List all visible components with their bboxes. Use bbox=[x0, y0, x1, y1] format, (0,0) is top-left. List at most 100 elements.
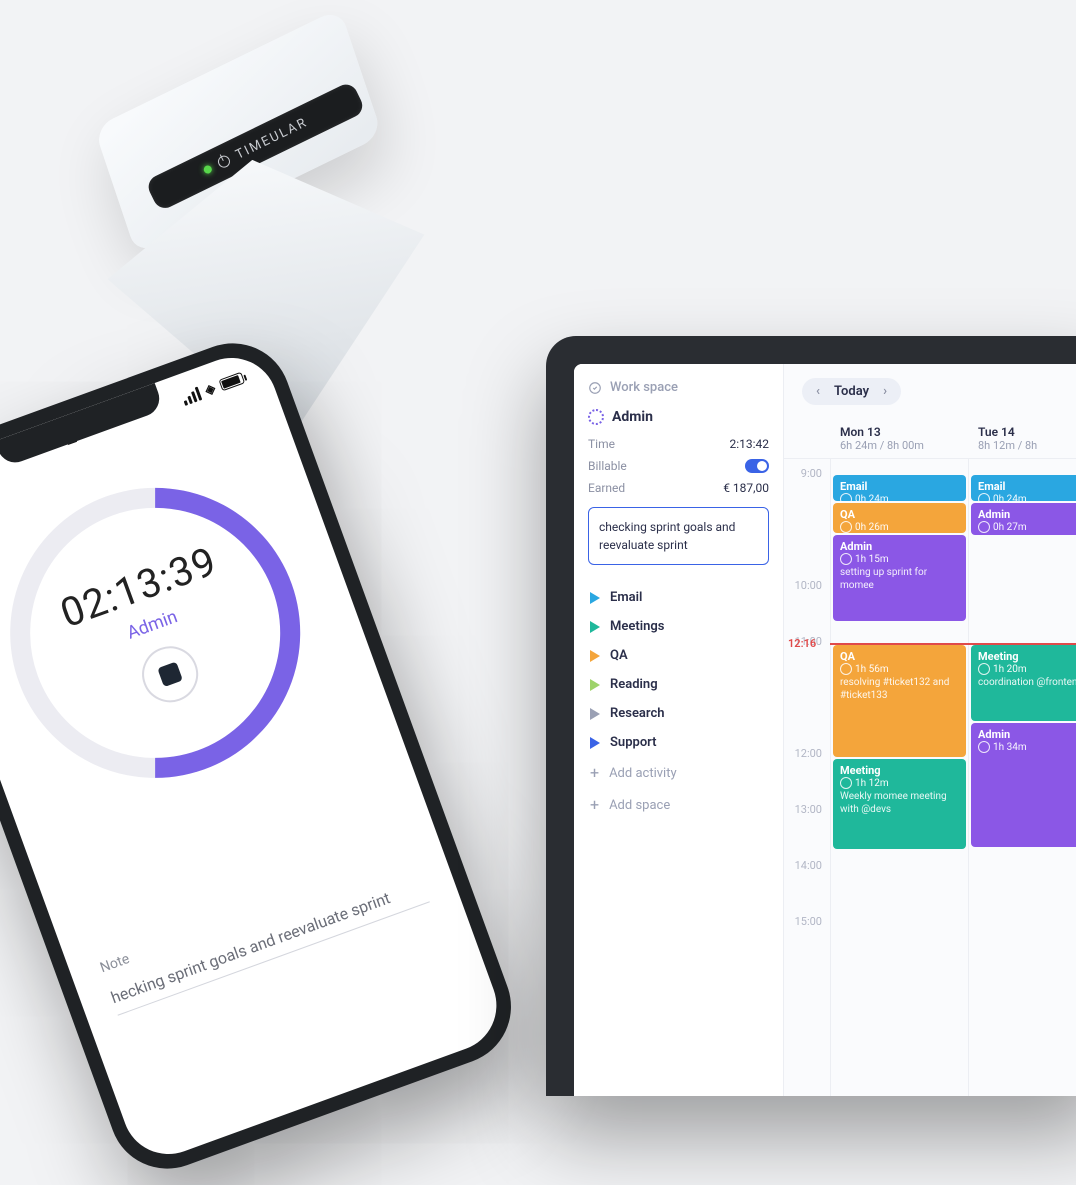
activity-item-support[interactable]: Support bbox=[588, 728, 769, 757]
event-duration: 1h 56m bbox=[840, 663, 959, 675]
day-headers: Mon 136h 24m / 8h 00mTue 148h 12m / 8h bbox=[784, 419, 1076, 458]
activity-item-email[interactable]: Email bbox=[588, 583, 769, 612]
calendar-event[interactable]: QA 0h 26m bbox=[833, 503, 966, 533]
day-header: Mon 136h 24m / 8h 00m bbox=[830, 419, 968, 458]
hours-column: 9:0010:0011:0012:0013:0014:0015:00 bbox=[784, 459, 830, 1096]
event-note: setting up sprint for momee bbox=[840, 567, 959, 592]
play-icon bbox=[590, 679, 600, 691]
activity-label: Support bbox=[610, 735, 657, 750]
play-icon bbox=[590, 592, 600, 604]
current-activity-row[interactable]: Admin bbox=[588, 409, 769, 425]
next-day-button[interactable]: › bbox=[883, 384, 887, 399]
phone-note-section: Note hecking sprint goals and reevaluate… bbox=[98, 848, 430, 1016]
event-duration: 0h 24m bbox=[840, 493, 959, 501]
activity-ring-icon bbox=[588, 409, 604, 425]
event-duration: 1h 12m bbox=[840, 777, 959, 789]
calendar-event[interactable]: Admin 0h 27m bbox=[971, 503, 1076, 535]
calendar-event[interactable]: Email 0h 24m bbox=[971, 475, 1076, 501]
add-activity-label: Add activity bbox=[609, 766, 677, 781]
power-icon bbox=[216, 154, 232, 170]
event-title: Meeting bbox=[978, 650, 1076, 663]
stop-icon bbox=[157, 661, 183, 687]
activity-item-qa[interactable]: QA bbox=[588, 641, 769, 670]
event-duration: 0h 27m bbox=[978, 521, 1076, 533]
calendar-event[interactable]: Admin 1h 34m bbox=[971, 723, 1076, 847]
event-note: resolving #ticket132 and #ticket133 bbox=[840, 677, 959, 702]
note-textarea[interactable]: checking sprint goals and reevaluate spr… bbox=[588, 507, 769, 565]
laptop-device: Work space Admin Time 2:13:42 Billable Ea… bbox=[546, 336, 1076, 1096]
event-title: Meeting bbox=[840, 764, 959, 777]
event-note: Weekly momee meeting with @devs bbox=[840, 791, 959, 816]
activity-item-meetings[interactable]: Meetings bbox=[588, 612, 769, 641]
add-space-button[interactable]: + Add space bbox=[588, 789, 769, 821]
hour-label: 14:00 bbox=[784, 859, 830, 915]
activity-list: Email Meetings QA Reading Research Support bbox=[588, 583, 769, 757]
calendar-event[interactable]: Meeting 1h 12m Weekly momee meeting with … bbox=[833, 759, 966, 849]
calendar-topbar: ‹ Today › bbox=[784, 364, 1076, 419]
event-duration: 1h 34m bbox=[978, 741, 1076, 753]
day-column-tue[interactable]: Email 0h 24mAdmin 0h 27mMeeting 1h 20mco… bbox=[968, 459, 1076, 1096]
phone-notch bbox=[0, 383, 164, 467]
workspace-header[interactable]: Work space bbox=[588, 380, 769, 395]
battery-icon bbox=[218, 372, 245, 391]
event-title: Admin bbox=[840, 540, 959, 553]
current-activity-name: Admin bbox=[612, 409, 653, 425]
event-title: Admin bbox=[978, 508, 1076, 521]
billable-label: Billable bbox=[588, 459, 627, 473]
activity-label: Research bbox=[610, 706, 665, 721]
play-icon bbox=[590, 737, 600, 749]
signal-icon bbox=[181, 387, 203, 406]
event-title: QA bbox=[840, 650, 959, 663]
hour-label: 10:00 bbox=[784, 579, 830, 635]
hour-label: 12:00 bbox=[784, 747, 830, 803]
calendar-event[interactable]: Email 0h 24m bbox=[833, 475, 966, 501]
event-title: QA bbox=[840, 508, 959, 521]
phone-screen: 15:37 ◢ ◈ 02:13:39 Admin Note hecking sp bbox=[0, 345, 509, 1167]
calendar-main: ‹ Today › Mon 136h 24m / 8h 00mTue 148h … bbox=[784, 364, 1076, 1096]
event-duration: 0h 26m bbox=[840, 521, 959, 533]
today-selector[interactable]: ‹ Today › bbox=[802, 378, 901, 405]
activity-label: Reading bbox=[610, 677, 658, 692]
add-activity-button[interactable]: + Add activity bbox=[588, 757, 769, 789]
activity-item-reading[interactable]: Reading bbox=[588, 670, 769, 699]
earned-label: Earned bbox=[588, 481, 625, 495]
add-space-label: Add space bbox=[609, 798, 670, 813]
calendar-grid: 9:0010:0011:0012:0013:0014:0015:00 Email… bbox=[784, 458, 1076, 1096]
now-indicator bbox=[830, 643, 1076, 645]
hour-label bbox=[784, 523, 830, 579]
play-icon bbox=[590, 621, 600, 633]
calendar-event[interactable]: Admin 1h 15m setting up sprint for momee bbox=[833, 535, 966, 621]
calendar-event[interactable]: QA 1h 56m resolving #ticket132 and #ticke… bbox=[833, 645, 966, 757]
time-value: 2:13:42 bbox=[729, 437, 769, 451]
workspace-label: Work space bbox=[610, 380, 678, 395]
workspace-icon bbox=[588, 381, 602, 395]
event-title: Email bbox=[840, 480, 959, 493]
sidebar: Work space Admin Time 2:13:42 Billable Ea… bbox=[574, 364, 784, 1096]
wifi-icon: ◈ bbox=[203, 381, 218, 399]
today-label: Today bbox=[834, 384, 869, 399]
timer-ring: 02:13:39 Admin bbox=[0, 447, 341, 819]
activity-item-research[interactable]: Research bbox=[588, 699, 769, 728]
day-column-mon[interactable]: Email 0h 24mQA 0h 26mAdmin 1h 15msetting… bbox=[830, 459, 968, 1096]
day-hours: 6h 24m / 8h 00m bbox=[840, 439, 958, 452]
billable-toggle[interactable] bbox=[745, 459, 769, 473]
play-icon bbox=[590, 650, 600, 662]
hour-label: 15:00 bbox=[784, 915, 830, 971]
event-title: Email bbox=[978, 480, 1076, 493]
plus-icon: + bbox=[590, 797, 599, 813]
event-duration: 1h 15m bbox=[840, 553, 959, 565]
activity-label: Email bbox=[610, 590, 642, 605]
hour-label: 9:00 bbox=[784, 467, 830, 523]
time-label: Time bbox=[588, 437, 615, 451]
play-icon bbox=[590, 708, 600, 720]
phone-device: 15:37 ◢ ◈ 02:13:39 Admin Note hecking sp bbox=[0, 327, 527, 1185]
activity-label: QA bbox=[610, 648, 628, 663]
prev-day-button[interactable]: ‹ bbox=[816, 384, 820, 399]
calendar-event[interactable]: Meeting 1h 20mcoordination @frontend bbox=[971, 645, 1076, 721]
event-title: Admin bbox=[978, 728, 1076, 741]
tracker-led-icon bbox=[202, 164, 213, 175]
event-note: coordination @frontend bbox=[978, 677, 1076, 690]
plus-icon: + bbox=[590, 765, 599, 781]
now-time-label: 12:16 bbox=[788, 637, 816, 650]
earned-value: € 187,00 bbox=[723, 481, 769, 495]
